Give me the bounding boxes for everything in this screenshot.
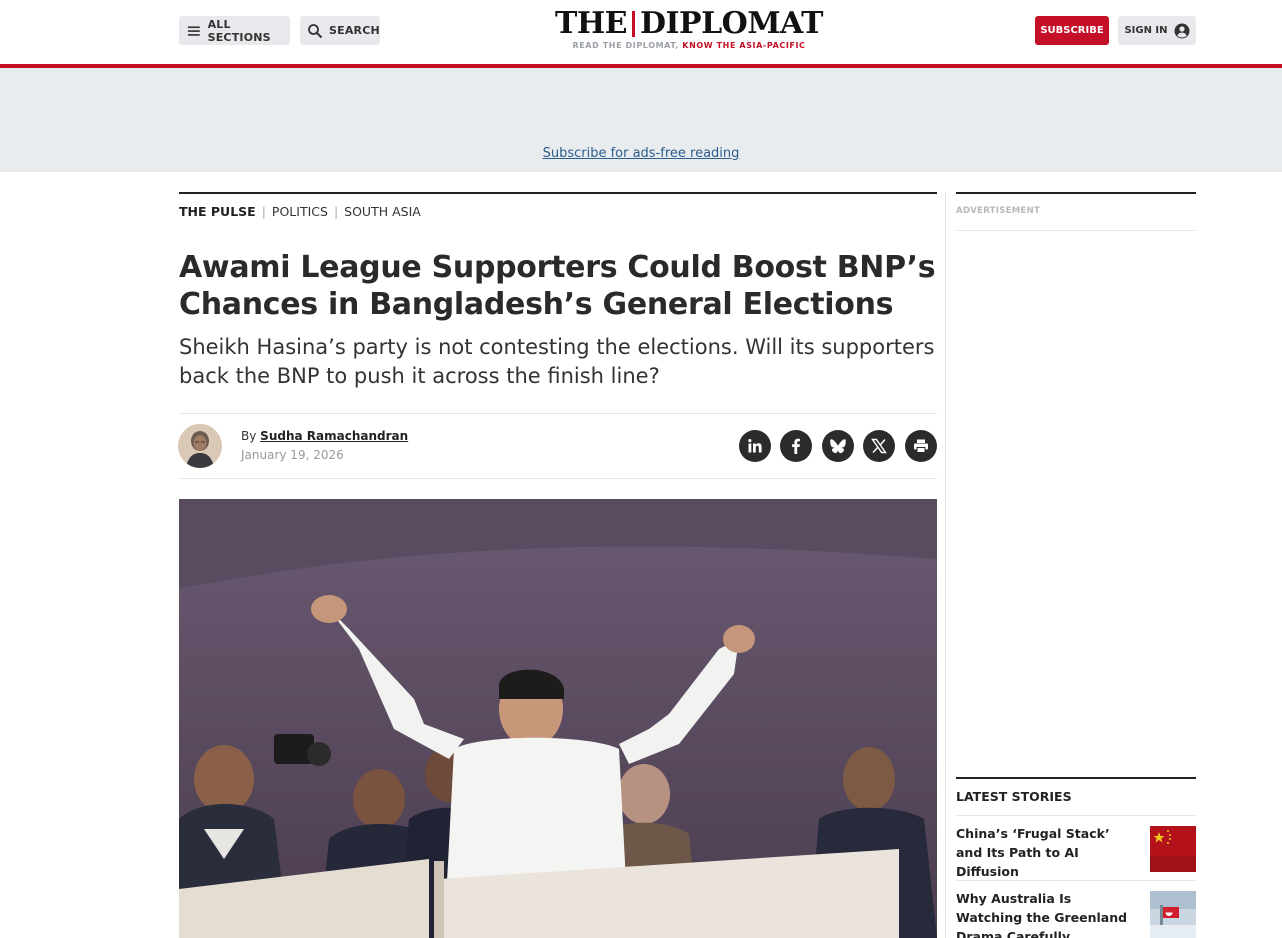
meta-divider-top <box>179 413 937 414</box>
logo-divider <box>632 11 635 37</box>
byline: By Sudha Ramachandran <box>241 429 408 443</box>
article-subtitle: Sheikh Hasina’s party is not contesting … <box>179 335 935 388</box>
breadcrumb-separator: | <box>261 204 266 219</box>
tagline-red: KNOW THE ASIA-PACIFIC <box>682 41 806 50</box>
breadcrumb-separator: | <box>333 204 339 219</box>
by-label: By <box>241 429 257 443</box>
print-icon <box>914 439 928 453</box>
logo-tagline: READ THE DIPLOMAT, KNOW THE ASIA-PACIFIC <box>555 41 823 51</box>
share-bluesky-button[interactable] <box>822 430 854 462</box>
article-title: Awami League Supporters Could Boost BNP’… <box>179 250 936 322</box>
sign-in-label: SIGN IN <box>1124 25 1168 36</box>
tagline-grey: READ THE DIPLOMAT, <box>572 41 679 50</box>
meta-divider-bottom <box>179 478 937 479</box>
search-label: SEARCH <box>329 24 380 37</box>
latest-divider <box>956 815 1196 816</box>
latest-story-thumbnail[interactable] <box>1150 826 1196 872</box>
latest-top-rule <box>956 777 1196 779</box>
share-facebook-button[interactable] <box>780 430 812 462</box>
logo-the: THE <box>555 6 628 41</box>
breadcrumb-south-asia[interactable]: SOUTH ASIA <box>344 204 421 219</box>
hero-image[interactable] <box>179 499 937 938</box>
breadcrumb-the-pulse[interactable]: THE PULSE <box>179 204 256 219</box>
menu-icon <box>187 25 200 36</box>
site-logo[interactable]: THE DIPLOMAT READ THE DIPLOMAT, KNOW THE… <box>555 6 824 51</box>
latest-divider <box>956 880 1196 881</box>
sign-in-button[interactable]: SIGN IN <box>1118 16 1196 45</box>
breadcrumb: THE PULSE | POLITICS | SOUTH ASIA <box>179 204 421 219</box>
facebook-icon <box>792 438 800 454</box>
ads-free-link-text[interactable]: Subscribe for ads-free reading <box>543 146 740 161</box>
publish-date: January 19, 2026 <box>241 448 344 462</box>
latest-story-thumbnail[interactable] <box>1150 891 1196 938</box>
print-button[interactable] <box>905 430 937 462</box>
logo-diplomat: DIPLOMAT <box>639 6 824 41</box>
latest-story-title[interactable]: China’s ‘Frugal Stack’ and Its Path to A… <box>956 824 1131 881</box>
latest-stories-heading: LATEST STORIES <box>956 789 1072 804</box>
share-x-button[interactable] <box>863 430 895 462</box>
linkedin-icon <box>748 439 762 453</box>
search-icon <box>308 23 323 38</box>
article-top-rule <box>179 192 937 194</box>
bluesky-icon <box>830 439 846 454</box>
sidebar-divider <box>956 230 1196 231</box>
author-avatar[interactable] <box>178 424 222 468</box>
ad-banner: Subscribe for ads-free reading <box>0 68 1282 172</box>
all-sections-button[interactable]: ALL SECTIONS <box>179 16 290 45</box>
breadcrumb-politics[interactable]: POLITICS <box>272 204 328 219</box>
all-sections-label: ALL SECTIONS <box>207 17 271 44</box>
advertisement-label: ADVERTISEMENT <box>956 206 1041 216</box>
subscribe-button[interactable]: SUBSCRIBE <box>1035 16 1109 45</box>
user-icon <box>1174 23 1190 38</box>
share-linkedin-button[interactable] <box>739 430 771 462</box>
column-divider <box>945 192 946 938</box>
site-header: ALL SECTIONS SEARCH THE DIPLOMAT READ TH… <box>0 0 1282 64</box>
x-icon <box>871 438 887 454</box>
author-link[interactable]: Sudha Ramachandran <box>260 429 408 443</box>
latest-story-title[interactable]: Why Australia Is Watching the Greenland … <box>956 889 1131 938</box>
ads-free-link[interactable]: Subscribe for ads-free reading <box>0 146 1282 161</box>
search-button[interactable]: SEARCH <box>300 16 380 45</box>
sidebar-top-rule <box>956 192 1196 194</box>
